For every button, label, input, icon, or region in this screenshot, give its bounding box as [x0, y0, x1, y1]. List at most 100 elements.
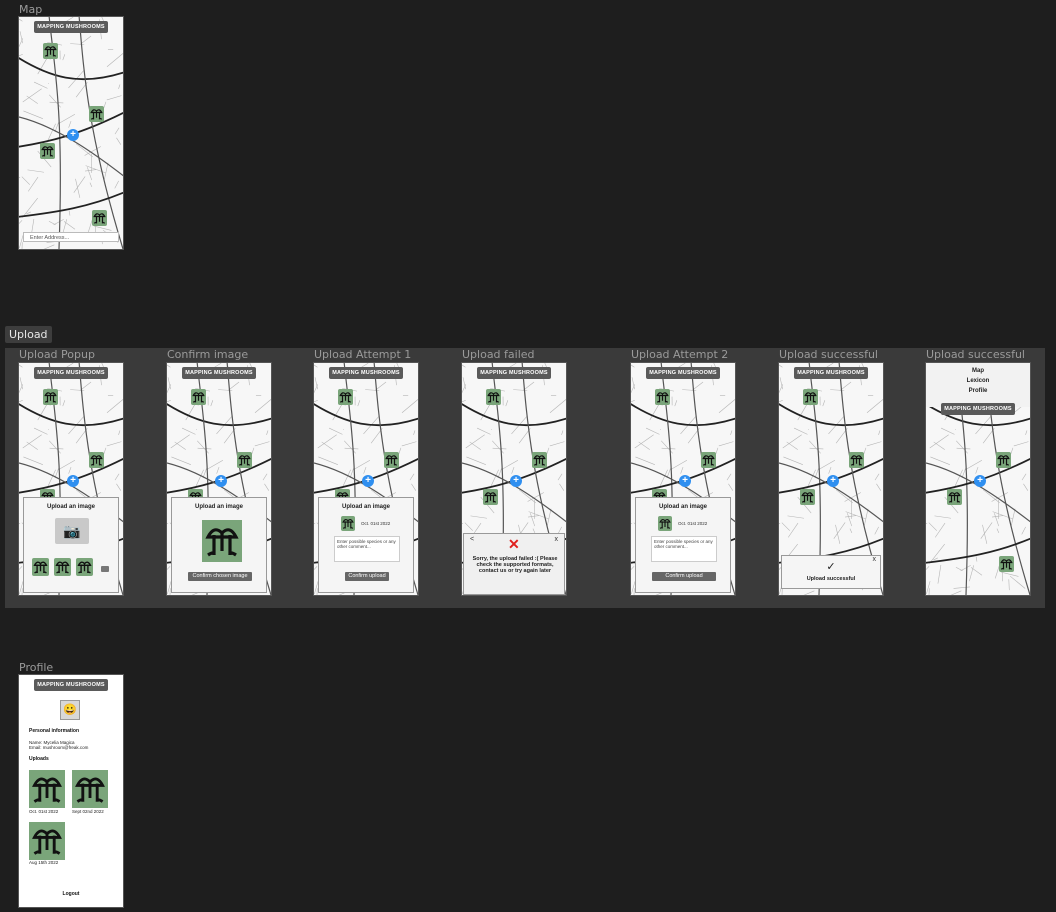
gallery-thumbnail[interactable]: [32, 558, 49, 576]
gallery-thumbnail[interactable]: [76, 558, 93, 576]
back-button[interactable]: <: [470, 536, 474, 543]
mushroom-pin-icon[interactable]: [532, 452, 547, 468]
add-location-button[interactable]: +: [974, 475, 986, 487]
confirm-chosen-image-button[interactable]: Confirm chosen image: [188, 572, 252, 581]
mushroom-pin-icon[interactable]: [338, 389, 353, 405]
camera-icon[interactable]: 📷: [55, 518, 89, 544]
gallery-thumbnail[interactable]: [54, 558, 71, 576]
image-thumbnail: [341, 516, 355, 531]
uploads-heading: Uploads: [29, 756, 49, 762]
frame-label-map: Map: [19, 3, 43, 16]
error-x-icon: ✕: [508, 536, 520, 552]
success-message: Upload successful: [806, 576, 856, 582]
frame-label-upload-successful-2: Upload successful: [926, 348, 1025, 361]
mushroom-icon: [484, 492, 497, 503]
confirm-upload-button[interactable]: Confirm upload: [345, 572, 389, 581]
app-title: MAPPING MUSHROOMS: [477, 367, 551, 379]
popup-title: Upload an image: [341, 504, 390, 510]
mushroom-icon: [90, 109, 103, 120]
mushroom-icon: [385, 455, 398, 466]
more-images-icon[interactable]: [101, 566, 109, 572]
checkmark-icon: ✓: [826, 561, 836, 573]
chosen-image: [202, 520, 242, 562]
mushroom-icon: [90, 455, 103, 466]
menu-item-lexicon[interactable]: Lexicon: [926, 376, 1030, 386]
frame-label-upload-failed: Upload failed: [462, 348, 535, 361]
logout-button[interactable]: Logout: [19, 891, 123, 897]
app-title: MAPPING MUSHROOMS: [941, 403, 1015, 415]
upload-image[interactable]: [29, 822, 65, 860]
add-location-button[interactable]: +: [827, 475, 839, 487]
add-location-button[interactable]: +: [679, 475, 691, 487]
section-tag-upload[interactable]: Upload: [5, 326, 52, 343]
add-location-button[interactable]: +: [215, 475, 227, 487]
app-title: MAPPING MUSHROOMS: [34, 679, 108, 691]
upload-date: Oct. 01st 2022: [678, 521, 708, 526]
mushroom-icon: [33, 561, 48, 574]
image-thumbnail: [658, 516, 672, 531]
address-input[interactable]: Enter Address...: [23, 232, 119, 242]
popup-title: Upload an image: [194, 504, 243, 510]
upload-date: Sept 02nd 2022: [72, 809, 104, 814]
profile-frame: MAPPING MUSHROOMS 😀 Personal information…: [19, 675, 123, 907]
upload-date: Oct. 01st 2022: [361, 521, 391, 526]
mushroom-pin-icon[interactable]: [803, 389, 818, 405]
mushroom-icon: [948, 492, 961, 503]
mushroom-icon: [850, 455, 863, 466]
upload-image[interactable]: [29, 770, 65, 808]
mushroom-pin-icon[interactable]: [947, 489, 962, 505]
mushroom-icon: [487, 392, 500, 403]
mushroom-pin-icon[interactable]: [92, 210, 107, 226]
mushroom-pin-icon[interactable]: [849, 452, 864, 468]
avatar[interactable]: 😀: [60, 700, 80, 720]
confirm-popup: Upload an image Confirm chosen image: [171, 497, 267, 593]
mushroom-icon: [75, 777, 105, 803]
mushroom-pin-icon[interactable]: [996, 452, 1011, 468]
mushroom-icon: [656, 392, 669, 403]
add-location-button[interactable]: +: [510, 475, 522, 487]
mushroom-icon: [342, 519, 354, 529]
upload-successful-frame: MAPPING MUSHROOMS + x ✓ Upload successfu…: [779, 363, 883, 595]
comment-field[interactable]: Enter possible species or any other comm…: [334, 536, 400, 562]
close-button[interactable]: x: [555, 536, 559, 543]
app-title: MAPPING MUSHROOMS: [646, 367, 720, 379]
mushroom-pin-icon[interactable]: [486, 389, 501, 405]
mushroom-pin-icon[interactable]: [43, 389, 58, 405]
mushroom-pin-icon[interactable]: [40, 143, 55, 159]
frame-label-profile: Profile: [19, 661, 54, 674]
confirm-image-frame: MAPPING MUSHROOMS + Upload an image Conf…: [167, 363, 271, 595]
mushroom-pin-icon[interactable]: [89, 452, 104, 468]
mushroom-pin-icon[interactable]: [237, 452, 252, 468]
menu-item-map[interactable]: Map: [926, 366, 1030, 376]
mushroom-pin-icon[interactable]: [483, 489, 498, 505]
comment-field[interactable]: Enter possible species or any other comm…: [651, 536, 717, 562]
add-location-button[interactable]: +: [67, 129, 79, 141]
mushroom-icon: [192, 392, 205, 403]
mushroom-pin-icon[interactable]: [655, 389, 670, 405]
mushroom-icon: [997, 455, 1010, 466]
mushroom-pin-icon[interactable]: [800, 489, 815, 505]
upload-image[interactable]: [72, 770, 108, 808]
popup-title: Upload an image: [46, 504, 95, 510]
add-location-button[interactable]: +: [362, 475, 374, 487]
mushroom-icon: [1000, 559, 1013, 570]
profile-email: Email: mushroom@freak.com: [29, 745, 89, 750]
upload-failed-frame: MAPPING MUSHROOMS + < x ✕ Sorry, the upl…: [462, 363, 566, 595]
mushroom-pin-icon[interactable]: [701, 452, 716, 468]
mushroom-icon: [44, 46, 57, 57]
mushroom-icon: [659, 519, 671, 529]
upload-popup-frame: MAPPING MUSHROOMS + Upload an image 📷: [19, 363, 123, 595]
mushroom-pin-icon[interactable]: [43, 43, 58, 59]
confirm-upload-button[interactable]: Confirm upload: [652, 572, 716, 581]
upload-date: Aug 15th 2022: [29, 860, 59, 865]
mushroom-icon: [801, 492, 814, 503]
frame-label-confirm-image: Confirm image: [167, 348, 249, 361]
mushroom-pin-icon[interactable]: [191, 389, 206, 405]
mushroom-pin-icon[interactable]: [89, 106, 104, 122]
mushroom-icon: [32, 829, 62, 855]
mushroom-pin-icon[interactable]: [999, 556, 1014, 572]
add-location-button[interactable]: +: [67, 475, 79, 487]
menu-item-profile[interactable]: Profile: [926, 386, 1030, 396]
mushroom-icon: [702, 455, 715, 466]
mushroom-pin-icon[interactable]: [384, 452, 399, 468]
